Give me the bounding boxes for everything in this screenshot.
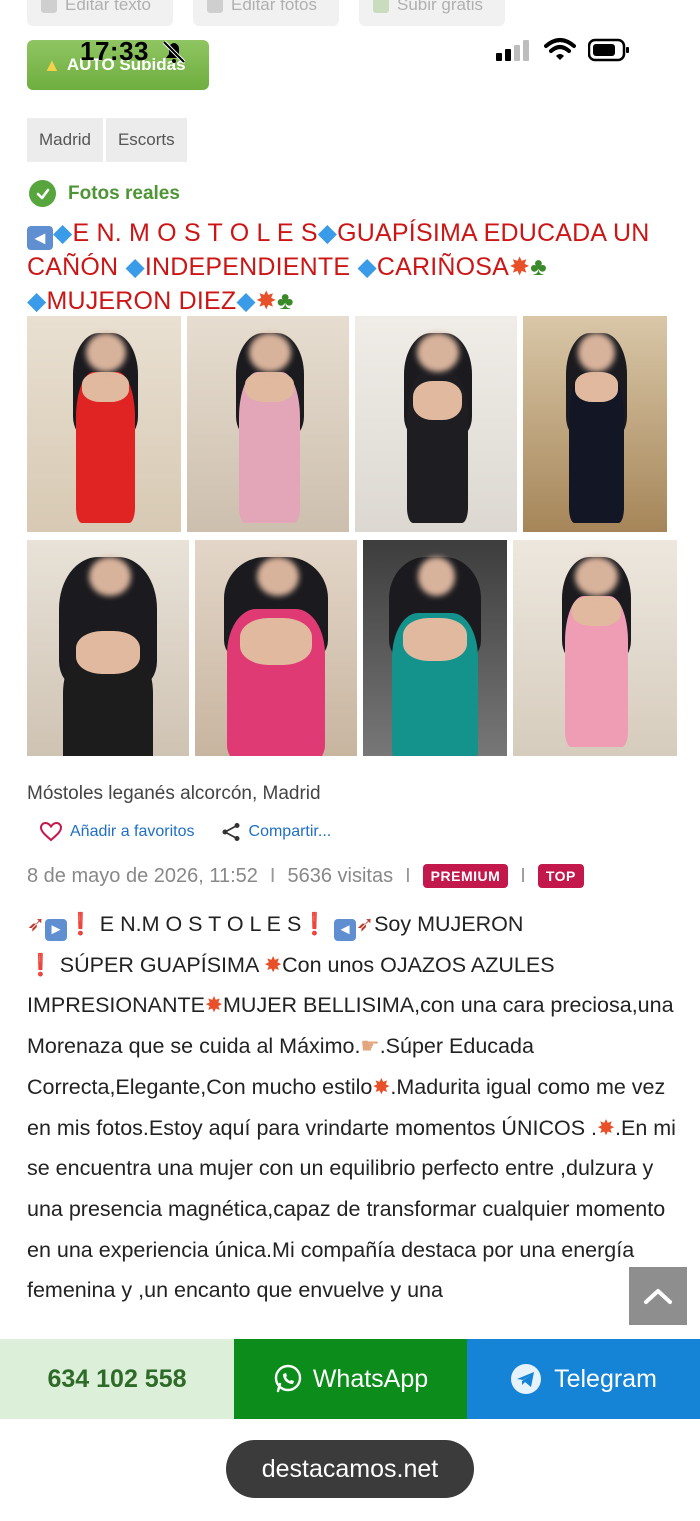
photo-gallery-row-1: [27, 316, 679, 532]
exclamation-icon: ❗: [27, 952, 54, 977]
verified-label: Fotos reales: [68, 182, 180, 204]
burst-icon: ✸: [509, 253, 531, 281]
battery-icon: [588, 38, 629, 62]
verified-photos: Fotos reales: [29, 180, 180, 207]
photo-2[interactable]: [187, 316, 349, 532]
photo-4[interactable]: [523, 316, 667, 532]
back-arrow-emoji-icon: ◄: [27, 226, 53, 250]
ad-description: ➶ ► ❗ E N.M O S T O L E S❗ ◄ ➶Soy MUJERON ❗ …: [27, 912, 676, 1303]
status-indicators: [496, 38, 630, 62]
diamond-icon: ◆: [357, 253, 377, 281]
check-circle-icon: [29, 180, 56, 207]
photo-7[interactable]: [363, 540, 507, 756]
photo-5[interactable]: [27, 540, 189, 756]
premium-badge: PREMIUM: [422, 864, 509, 888]
burst-icon: ✸: [596, 1115, 615, 1140]
wifi-icon: [544, 38, 576, 60]
browser-url-pill[interactable]: destacamos.net: [226, 1440, 474, 1498]
photo-1[interactable]: [27, 316, 181, 532]
photo-8[interactable]: [513, 540, 677, 756]
back-arrow-icon: ◄: [334, 919, 357, 941]
top-toolbar: Editar texto Editar fotos Subir gratis: [0, 0, 700, 26]
post-date: 8 de mayo de 2026, 11:52: [27, 864, 258, 887]
top-badge: TOP: [537, 864, 584, 888]
breadcrumb: Madrid Escorts: [27, 118, 187, 162]
photo-6[interactable]: [195, 540, 357, 756]
up-arrow-icon: ▲: [43, 54, 61, 75]
call-phone-button[interactable]: 634 102 558: [0, 1339, 234, 1419]
diamond-icon: ◆: [27, 287, 47, 315]
breadcrumb-madrid[interactable]: Madrid: [27, 118, 103, 162]
diamond-icon: ◆: [125, 253, 145, 281]
telegram-icon: [511, 1364, 542, 1394]
upload-arrow-icon: [373, 0, 389, 13]
share-link[interactable]: Compartir...: [221, 822, 331, 842]
diamond-icon: ◆: [236, 287, 256, 315]
signal-icon: [496, 40, 529, 61]
location-text: Móstoles leganés alcorcón, Madrid: [27, 783, 321, 804]
upload-free-button[interactable]: Subir gratis: [359, 0, 505, 26]
ad-actions: Añadir a favoritos Compartir...: [40, 822, 331, 842]
add-favorite-link[interactable]: Añadir a favoritos: [40, 822, 195, 842]
right-arrow-icon: ►: [45, 919, 68, 941]
exclamation-icon: ❗: [301, 912, 329, 936]
pencil-icon: [41, 0, 57, 13]
ad-meta: 8 de mayo de 2026, 11:52 I 5636 visitas …: [27, 864, 584, 888]
burst-icon: ✸: [264, 952, 283, 977]
scroll-to-top-button[interactable]: [629, 1267, 687, 1325]
ad-title: ◄ ◆E N. M O S T O L E S◆GUAPÍSIMA EDUCADA…: [27, 219, 650, 315]
rocket-icon: ➶: [356, 912, 375, 936]
contact-bar: 634 102 558 WhatsApp Telegram: [0, 1339, 700, 1419]
chevron-up-icon: [644, 1289, 672, 1304]
edit-text-button[interactable]: Editar texto: [27, 0, 173, 26]
share-icon: [222, 823, 240, 841]
burst-icon: ✸: [255, 287, 277, 315]
visit-count: 5636 visitas: [287, 864, 394, 887]
status-time: 17:33: [80, 36, 149, 66]
photo-3[interactable]: [355, 316, 517, 532]
edit-photos-button[interactable]: Editar fotos: [193, 0, 339, 26]
bell-muted-icon: [162, 40, 186, 64]
rocket-icon: ➶: [27, 912, 46, 936]
heart-icon: [40, 822, 62, 842]
telegram-button[interactable]: Telegram: [467, 1339, 700, 1419]
whatsapp-button[interactable]: WhatsApp: [234, 1339, 467, 1419]
pointing-hand-icon: ☛: [360, 1034, 380, 1059]
diamond-icon: ◆: [317, 219, 338, 247]
exclamation-icon: ❗: [67, 912, 94, 936]
palm-tree-icon: ♣: [276, 287, 294, 315]
burst-icon: ✸: [372, 1074, 391, 1099]
palm-tree-icon: ♣: [530, 253, 547, 281]
whatsapp-icon: [274, 1364, 302, 1393]
camera-icon: [207, 0, 223, 13]
photo-gallery-row-2: [27, 540, 679, 756]
diamond-icon: ◆: [53, 219, 73, 247]
breadcrumb-escorts[interactable]: Escorts: [105, 118, 187, 162]
burst-icon: ✸: [205, 993, 224, 1018]
